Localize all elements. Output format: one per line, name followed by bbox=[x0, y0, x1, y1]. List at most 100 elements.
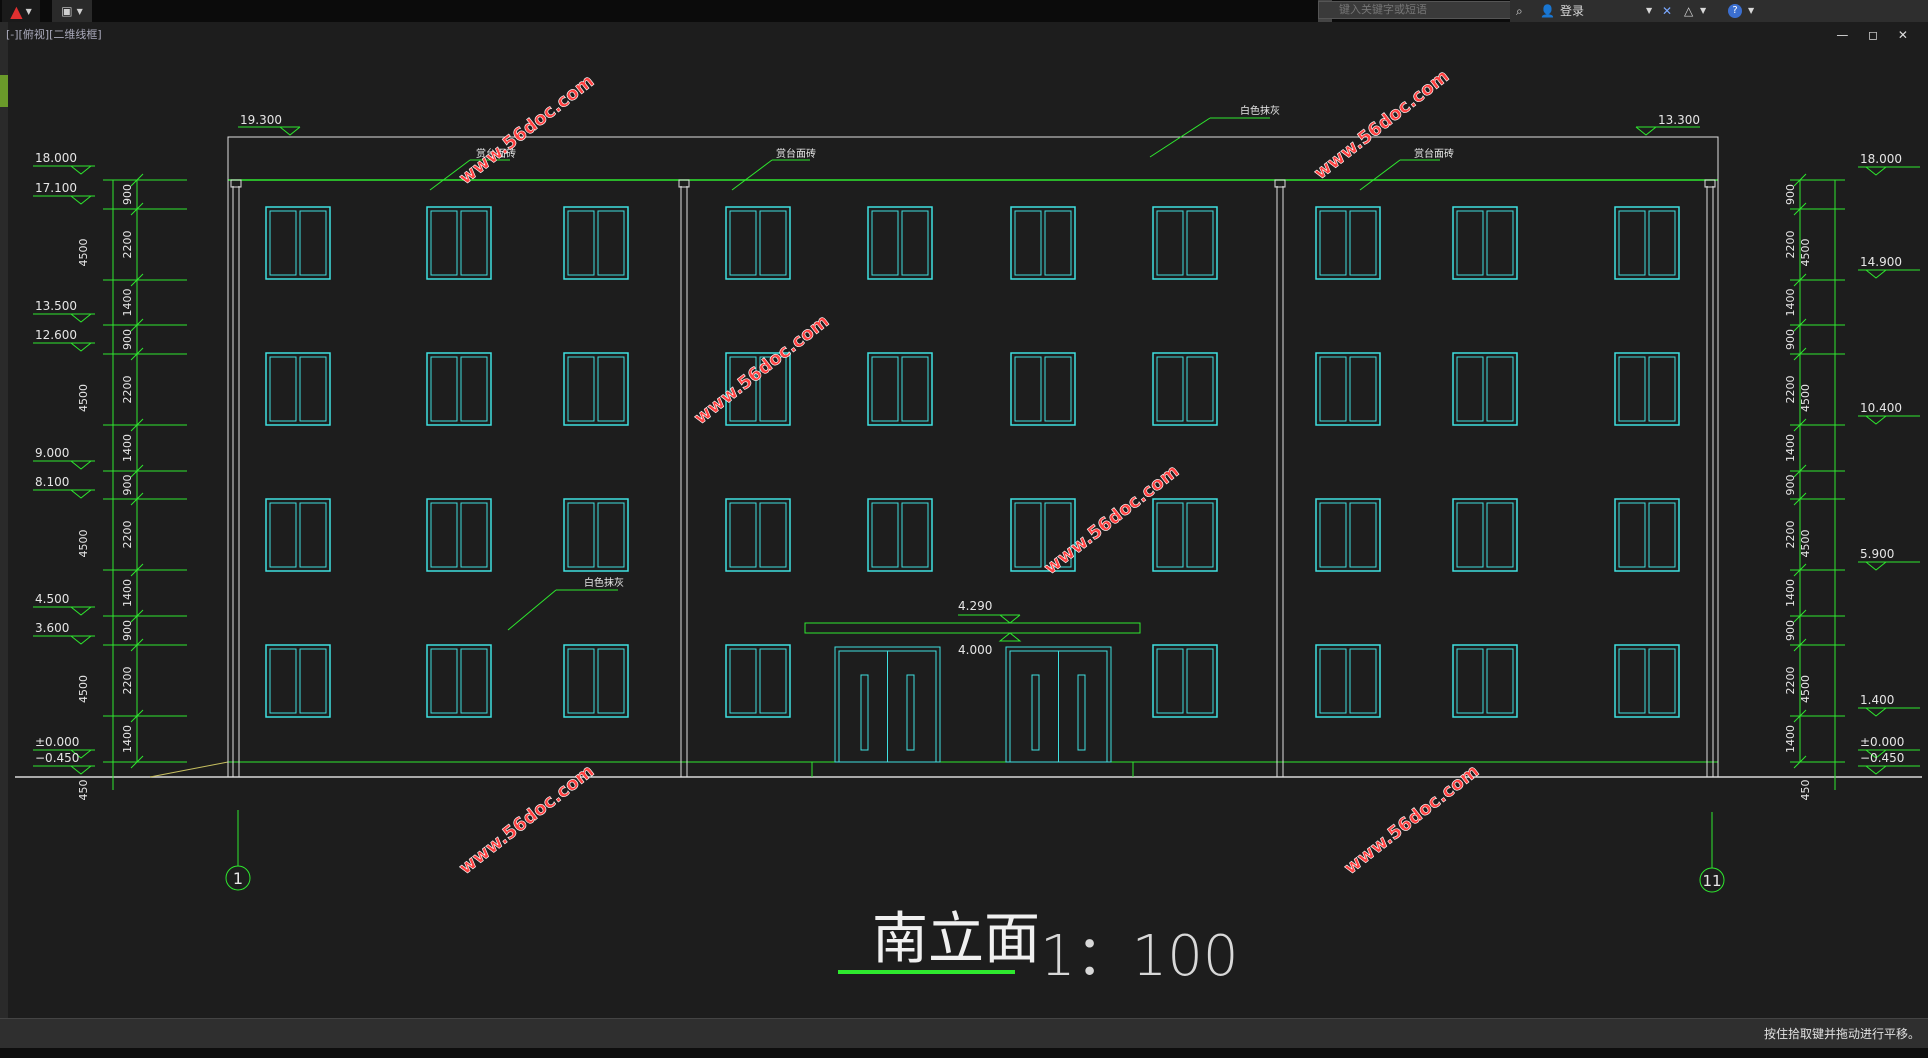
watermark-text: www.56doc.com bbox=[455, 761, 598, 879]
chevron-down-icon[interactable]: ▼ bbox=[1646, 0, 1652, 22]
dim-label: 4500 bbox=[77, 239, 90, 267]
svg-text:−0.450: −0.450 bbox=[35, 751, 79, 765]
dim-label: 450 bbox=[77, 780, 90, 801]
quick-access-toolbar[interactable]: ▣ ▼ bbox=[52, 0, 92, 22]
window bbox=[265, 206, 331, 280]
window bbox=[1315, 352, 1381, 426]
elevation-mark: 1.400 bbox=[1858, 693, 1920, 717]
chevron-down-icon[interactable]: ▼ bbox=[1700, 0, 1706, 22]
top-right-elevation: 13.300 bbox=[1658, 113, 1700, 127]
window bbox=[563, 498, 629, 572]
binoculars-icon[interactable]: ⌕ bbox=[1516, 0, 1523, 22]
dim-label: 900 bbox=[121, 620, 134, 641]
window bbox=[1152, 352, 1218, 426]
svg-text:14.900: 14.900 bbox=[1860, 255, 1902, 269]
search-input[interactable] bbox=[1318, 1, 1514, 19]
elev-triangle bbox=[999, 614, 1021, 624]
dim-label: 4500 bbox=[1799, 384, 1812, 412]
dim-label: 2200 bbox=[121, 667, 134, 695]
dim-label: 900 bbox=[1784, 184, 1797, 205]
autocad-logo-icon: ▲ bbox=[10, 1, 23, 21]
login-label[interactable]: 登录 bbox=[1560, 0, 1584, 22]
right-dimension-chain: 900 2200 1400 900 2200 1400 900 2200 1400 900 2200… bbox=[1784, 173, 1845, 801]
svg-text:4.500: 4.500 bbox=[35, 592, 69, 606]
watermark-text: www.56doc.com bbox=[1040, 461, 1183, 579]
svg-text:赏台面砖: 赏台面砖 bbox=[1414, 147, 1454, 160]
rain-hopper bbox=[1704, 179, 1716, 188]
window bbox=[1452, 498, 1518, 572]
app-menu-button[interactable]: ▲ ▼ bbox=[2, 0, 40, 22]
save-icon: ▣ bbox=[61, 4, 73, 18]
window bbox=[426, 206, 492, 280]
svg-text:13.500: 13.500 bbox=[35, 299, 77, 313]
svg-text:10.400: 10.400 bbox=[1860, 401, 1902, 415]
svg-text:白色抹灰: 白色抹灰 bbox=[1240, 104, 1280, 117]
window bbox=[1010, 352, 1076, 426]
window bbox=[1452, 644, 1518, 718]
elevation-mark: 9.000 bbox=[33, 446, 95, 470]
dim-label: 4500 bbox=[77, 384, 90, 412]
watermark-text: www.56doc.com bbox=[455, 71, 598, 189]
drawing-viewport[interactable]: 4.290 4.000 19.300 13.300 赏台面砖 赏台面砖 白色抹灰… bbox=[8, 22, 1928, 1022]
downpipes bbox=[230, 179, 1716, 777]
window bbox=[426, 644, 492, 718]
elev-triangle bbox=[1635, 126, 1657, 136]
svg-text:−0.450: −0.450 bbox=[1860, 751, 1904, 765]
window bbox=[1315, 206, 1381, 280]
window bbox=[867, 352, 933, 426]
connect-icon[interactable]: △ bbox=[1684, 0, 1693, 22]
window bbox=[1315, 498, 1381, 572]
elevation-mark: 18.000 bbox=[1858, 152, 1920, 176]
dim-label: 2200 bbox=[1784, 521, 1797, 549]
status-bar: 按住拾取键并拖动进行平移。 bbox=[0, 1018, 1928, 1049]
dim-label: 4500 bbox=[1799, 530, 1812, 558]
svg-text:12.600: 12.600 bbox=[35, 328, 77, 342]
window bbox=[265, 352, 331, 426]
exchange-icon[interactable]: ✕ bbox=[1662, 0, 1672, 22]
viewport-window-controls[interactable]: — ◻ ✕ bbox=[1836, 28, 1916, 42]
window bbox=[725, 206, 791, 280]
svg-text:赏台面砖: 赏台面砖 bbox=[776, 147, 816, 160]
bottom-bar bbox=[0, 1048, 1928, 1058]
window bbox=[1452, 352, 1518, 426]
dim-label: 2200 bbox=[121, 231, 134, 259]
elevation-mark: 18.000 bbox=[33, 151, 95, 175]
elevation-mark: 10.400 bbox=[1858, 401, 1920, 425]
elevation-mark: 17.100 bbox=[33, 181, 95, 205]
status-hint: 按住拾取键并拖动进行平移。 bbox=[1763, 1027, 1920, 1041]
dim-label: 900 bbox=[1784, 475, 1797, 496]
user-icon[interactable]: 👤 bbox=[1540, 0, 1555, 22]
svg-text:±0.000: ±0.000 bbox=[35, 735, 79, 749]
elevation-mark: 8.100 bbox=[33, 475, 95, 499]
window bbox=[1315, 644, 1381, 718]
window bbox=[1010, 206, 1076, 280]
elevation-drawing[interactable]: 4.290 4.000 19.300 13.300 赏台面砖 赏台面砖 白色抹灰… bbox=[8, 22, 1928, 1022]
dim-label: 900 bbox=[1784, 329, 1797, 350]
axis-label-11: 11 bbox=[1702, 872, 1721, 890]
window bbox=[426, 352, 492, 426]
window bbox=[1614, 498, 1680, 572]
title-bar: ▲ ▼ ▣ ▼ ▶ ⌕ 👤 登录 ▼ ✕ △ ▼ ? ▼ bbox=[0, 0, 1928, 22]
dim-label: 1400 bbox=[121, 434, 134, 462]
window bbox=[1452, 206, 1518, 280]
window bbox=[1152, 206, 1218, 280]
help-icon[interactable]: ? bbox=[1728, 4, 1742, 18]
dim-label: 900 bbox=[1784, 620, 1797, 641]
dim-label: 2200 bbox=[121, 376, 134, 404]
top-left-elevation: 19.300 bbox=[240, 113, 282, 127]
door-top-elevation: 4.000 bbox=[958, 643, 992, 657]
chevron-down-icon[interactable]: ▼ bbox=[1748, 0, 1754, 22]
left-panel-tab[interactable] bbox=[0, 75, 8, 107]
elevation-mark: 14.900 bbox=[1858, 255, 1920, 279]
elevation-mark: 4.500 bbox=[33, 592, 95, 616]
drawing-title: 南立面 bbox=[872, 907, 1040, 972]
dim-label: 1400 bbox=[121, 289, 134, 317]
dim-label: 4500 bbox=[1799, 239, 1812, 267]
watermark-text: www.56doc.com bbox=[1340, 761, 1483, 879]
svg-text:18.000: 18.000 bbox=[35, 151, 77, 165]
window bbox=[725, 498, 791, 572]
viewport-label[interactable]: [-][俯视][二维线框] bbox=[6, 26, 102, 42]
rain-hopper bbox=[678, 179, 690, 188]
grade-slope bbox=[149, 761, 229, 778]
window bbox=[867, 206, 933, 280]
